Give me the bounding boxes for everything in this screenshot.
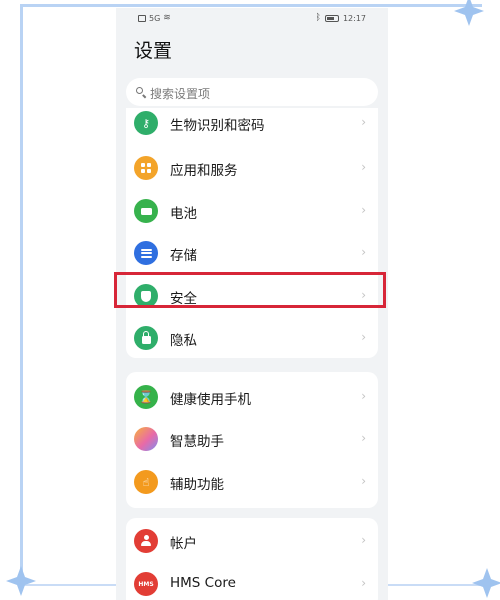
network-label: 5G xyxy=(149,13,161,23)
decorative-star-icon xyxy=(472,568,500,598)
hms-icon: HMS xyxy=(134,572,158,596)
lock-icon xyxy=(134,326,158,350)
settings-item-label: 生物识别和密码 xyxy=(170,118,265,134)
status-bar: 5G ≋ ᛒ 12:17 xyxy=(116,8,388,30)
hourglass-icon: ⌛ xyxy=(134,385,158,409)
search-placeholder[interactable]: 搜索设置项 xyxy=(150,85,210,102)
settings-item-assistant[interactable]: 智慧助手 › xyxy=(126,418,378,460)
battery-icon xyxy=(134,199,158,223)
settings-item-digital-balance[interactable]: ⌛ 健康使用手机 › xyxy=(126,376,378,418)
chevron-right-icon: › xyxy=(361,115,366,129)
sim-icon xyxy=(138,14,146,22)
person-icon xyxy=(134,529,158,553)
settings-item-label: HMS Core xyxy=(170,575,236,591)
settings-group-accounts: 帐户 › HMS HMS Core › xyxy=(126,518,378,600)
settings-item-apps[interactable]: 应用和服务 › xyxy=(126,147,378,189)
decorative-star-icon xyxy=(454,0,484,26)
settings-item-label: 电池 xyxy=(170,206,197,222)
chevron-right-icon: › xyxy=(361,474,366,488)
decorative-frame-left xyxy=(20,4,23,584)
wifi-icon: ≋ xyxy=(163,13,171,23)
chevron-right-icon: › xyxy=(361,389,366,403)
settings-item-label: 智慧助手 xyxy=(170,434,224,450)
status-time: 12:17 xyxy=(342,13,366,23)
hand-icon: ☝ xyxy=(134,470,158,494)
search-icon xyxy=(136,87,143,94)
assistant-icon xyxy=(134,427,158,451)
status-left: 5G ≋ xyxy=(138,13,171,23)
settings-item-battery[interactable]: 电池 › xyxy=(126,190,378,232)
storage-icon xyxy=(134,241,158,265)
settings-item-storage[interactable]: 存储 › xyxy=(126,232,378,274)
settings-group-wellbeing: ⌛ 健康使用手机 › 智慧助手 › ☝ 辅助功能 › xyxy=(126,372,378,508)
settings-item-label: 健康使用手机 xyxy=(170,392,251,408)
decorative-frame-top xyxy=(22,4,482,7)
decorative-star-icon xyxy=(6,566,36,596)
chevron-right-icon: › xyxy=(361,330,366,344)
key-icon: ⚷ xyxy=(134,111,158,135)
bluetooth-icon: ᛒ xyxy=(315,13,321,23)
settings-item-label: 辅助功能 xyxy=(170,477,224,493)
settings-item-accessibility[interactable]: ☝ 辅助功能 › xyxy=(126,461,378,503)
settings-item-label: 隐私 xyxy=(170,333,197,349)
settings-item-privacy[interactable]: 隐私 › xyxy=(126,317,378,358)
settings-item-hms-core[interactable]: HMS HMS Core › xyxy=(126,563,378,600)
settings-group-device: ⚷ 生物识别和密码 › 应用和服务 › 电池 › 存储 › 安全 › 隐私 › xyxy=(126,108,378,358)
page-title: 设置 xyxy=(134,40,173,62)
apps-icon xyxy=(134,156,158,180)
chevron-right-icon: › xyxy=(361,245,366,259)
status-right: ᛒ 12:17 xyxy=(316,13,366,23)
settings-item-account[interactable]: 帐户 › xyxy=(126,520,378,562)
battery-status-icon xyxy=(324,14,339,22)
chevron-right-icon: › xyxy=(361,431,366,445)
settings-item-label: 应用和服务 xyxy=(170,163,238,179)
search-bar[interactable]: 搜索设置项 xyxy=(126,78,378,106)
chevron-right-icon: › xyxy=(361,160,366,174)
settings-item-label: 帐户 xyxy=(170,536,197,552)
chevron-right-icon: › xyxy=(361,203,366,217)
settings-item-biometrics[interactable]: ⚷ 生物识别和密码 › xyxy=(126,108,378,144)
chevron-right-icon: › xyxy=(361,533,366,547)
chevron-right-icon: › xyxy=(361,576,366,590)
settings-item-label: 存储 xyxy=(170,248,197,264)
highlight-box-security xyxy=(114,272,386,308)
